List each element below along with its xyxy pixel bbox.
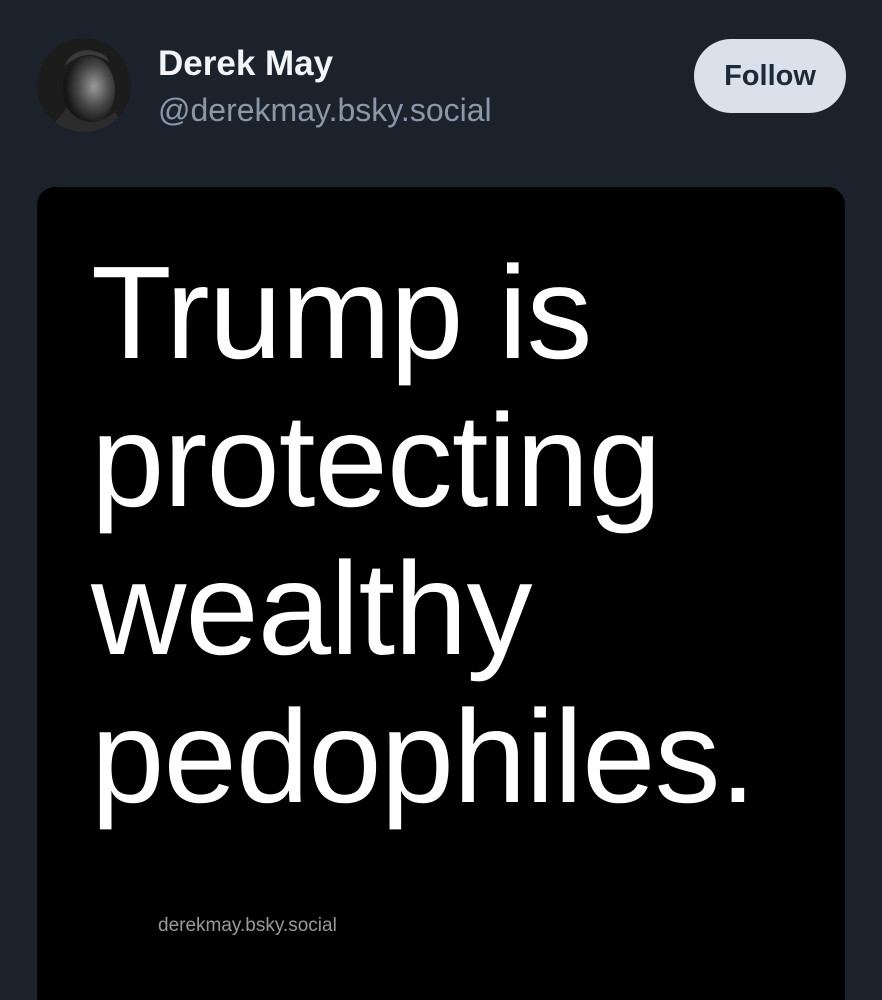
avatar[interactable] [37,38,131,132]
image-text-line: protecting [91,387,662,534]
author-handle[interactable]: @derekmay.bsky.social [158,88,492,132]
image-text-line: wealthy [91,535,533,682]
follow-button[interactable]: Follow [694,39,846,113]
avatar-photo-icon [37,38,131,132]
image-watermark: derekmay.bsky.social [158,915,337,936]
post-image[interactable]: Trump is protecting wealthy pedophiles. … [37,187,845,1000]
image-text-line: Trump is [91,239,592,386]
author-display-name[interactable]: Derek May [158,42,492,86]
image-text: Trump is protecting wealthy pedophiles. [91,239,756,831]
bluesky-post: Derek May @derekmay.bsky.social Follow T… [0,0,882,1000]
image-text-line: pedophiles. [91,683,756,830]
author-info: Derek May @derekmay.bsky.social [158,42,492,132]
